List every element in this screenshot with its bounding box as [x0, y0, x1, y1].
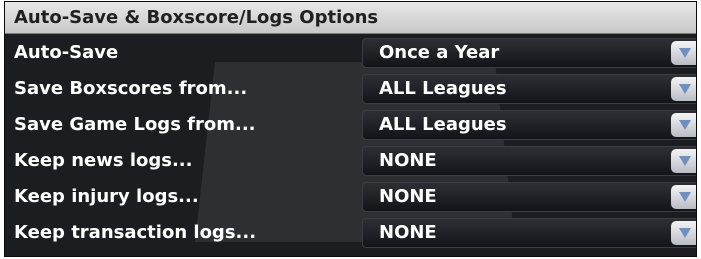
transaction-logs-dropdown[interactable]: NONE	[362, 218, 696, 248]
save-boxscores-value: ALL Leagues	[379, 78, 507, 99]
save-boxscores-dropdown[interactable]: ALL Leagues	[362, 74, 696, 104]
injury-logs-row: Keep injury logs... NONE	[5, 179, 696, 215]
save-game-logs-value: ALL Leagues	[379, 114, 507, 135]
options-list: Auto-Save Once a Year Save Boxscores fro…	[5, 35, 696, 251]
chevron-down-icon[interactable]	[671, 41, 696, 65]
chevron-down-icon[interactable]	[671, 77, 696, 101]
chevron-down-icon[interactable]	[671, 113, 696, 137]
save-game-logs-dropdown[interactable]: ALL Leagues	[362, 110, 696, 140]
auto-save-row: Auto-Save Once a Year	[5, 35, 696, 71]
auto-save-value: Once a Year	[379, 42, 500, 63]
injury-logs-dropdown[interactable]: NONE	[362, 182, 696, 212]
options-panel: Auto-Save & Boxscore/Logs Options Auto-S…	[4, 1, 697, 257]
auto-save-label: Auto-Save	[14, 42, 119, 63]
chevron-down-icon[interactable]	[671, 149, 696, 173]
auto-save-dropdown[interactable]: Once a Year	[362, 38, 696, 68]
transaction-logs-value: NONE	[379, 222, 437, 243]
save-game-logs-row: Save Game Logs from... ALL Leagues	[5, 107, 696, 143]
chevron-down-icon[interactable]	[671, 185, 696, 209]
transaction-logs-label: Keep transaction logs...	[14, 222, 257, 243]
news-logs-row: Keep news logs... NONE	[5, 143, 696, 179]
injury-logs-value: NONE	[379, 186, 437, 207]
save-game-logs-label: Save Game Logs from...	[14, 114, 256, 135]
save-boxscores-row: Save Boxscores from... ALL Leagues	[5, 71, 696, 107]
news-logs-dropdown[interactable]: NONE	[362, 146, 696, 176]
news-logs-value: NONE	[379, 150, 437, 171]
chevron-down-icon[interactable]	[671, 221, 696, 245]
transaction-logs-row: Keep transaction logs... NONE	[5, 215, 696, 251]
save-boxscores-label: Save Boxscores from...	[14, 78, 248, 99]
injury-logs-label: Keep injury logs...	[14, 186, 199, 207]
panel-title: Auto-Save & Boxscore/Logs Options	[5, 2, 696, 34]
news-logs-label: Keep news logs...	[14, 150, 193, 171]
